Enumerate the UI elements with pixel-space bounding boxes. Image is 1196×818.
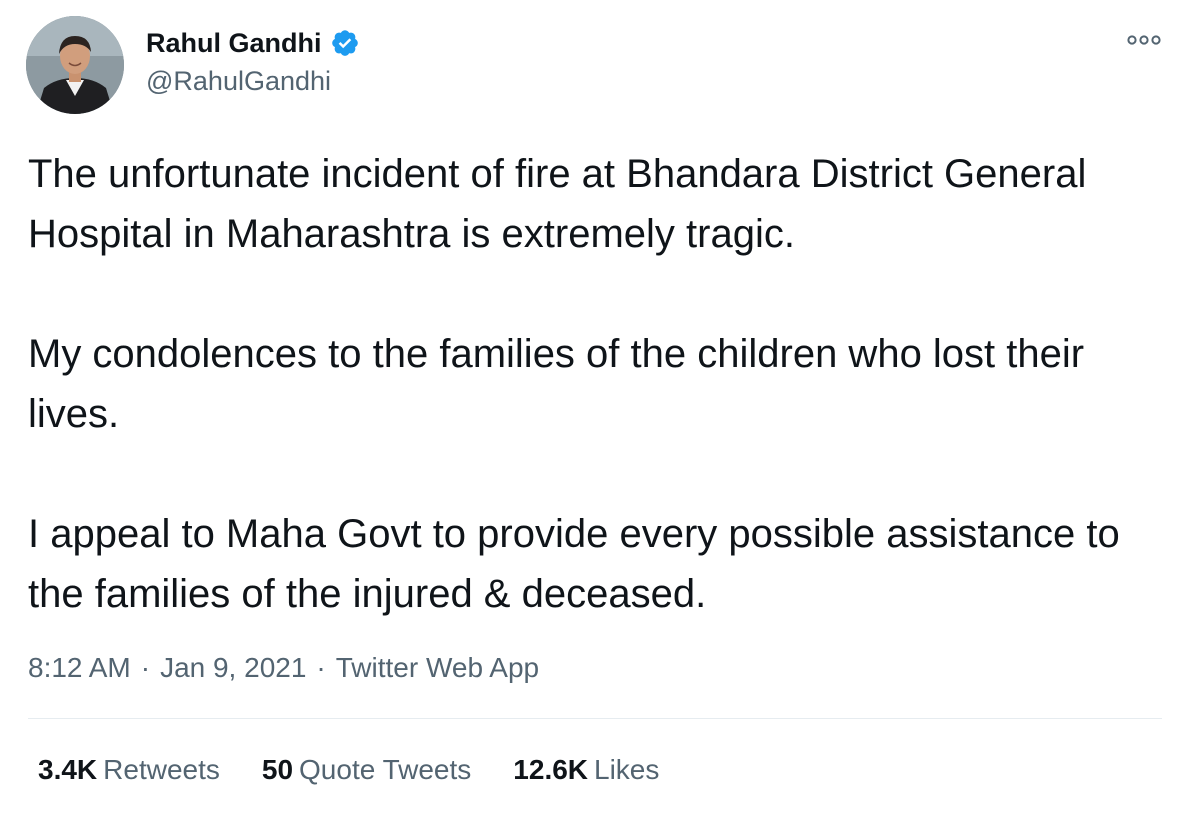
quote-tweets-stat[interactable]: 50 Quote Tweets [262, 754, 471, 786]
likes-count: 12.6K [513, 754, 589, 785]
tweet-meta: 8:12 AM · Jan 9, 2021 · Twitter Web App [28, 652, 539, 684]
tweet-source[interactable]: Twitter Web App [336, 652, 539, 684]
quote-tweets-label: Quote Tweets [299, 754, 472, 785]
meta-separator: · [140, 652, 151, 683]
likes-stat[interactable]: 12.6K Likes [513, 754, 659, 786]
avatar-photo [26, 16, 124, 114]
tweet-stats: 3.4K Retweets 50 Quote Tweets 12.6K Likes [38, 754, 701, 786]
name-row: Rahul Gandhi [146, 24, 360, 62]
tweet-paragraph: I appeal to Maha Govt to provide every p… [28, 512, 1120, 616]
handle[interactable]: @RahulGandhi [146, 66, 360, 97]
tweet-paragraph: My condolences to the families of the ch… [28, 332, 1085, 436]
tweet-card: Rahul Gandhi @RahulGandhi The unfortunat… [0, 0, 1196, 818]
tweet-text: The unfortunate incident of fire at Bhan… [28, 144, 1158, 624]
likes-label: Likes [594, 754, 660, 785]
retweets-stat[interactable]: 3.4K Retweets [38, 754, 220, 786]
meta-separator: · [316, 652, 326, 683]
more-horizontal-icon[interactable] [1126, 32, 1162, 48]
timestamp-time[interactable]: 8:12 AM [28, 652, 131, 684]
tweet-paragraph: The unfortunate incident of fire at Bhan… [28, 152, 1087, 256]
retweets-label: Retweets [103, 754, 220, 785]
divider [28, 718, 1162, 719]
author-block: Rahul Gandhi @RahulGandhi [146, 24, 360, 97]
verified-badge-icon [330, 28, 360, 58]
avatar[interactable] [26, 16, 124, 114]
quote-tweets-count: 50 [261, 754, 294, 785]
retweets-count: 3.4K [38, 754, 98, 785]
display-name[interactable]: Rahul Gandhi [146, 28, 322, 59]
timestamp-date[interactable]: Jan 9, 2021 [160, 652, 306, 684]
